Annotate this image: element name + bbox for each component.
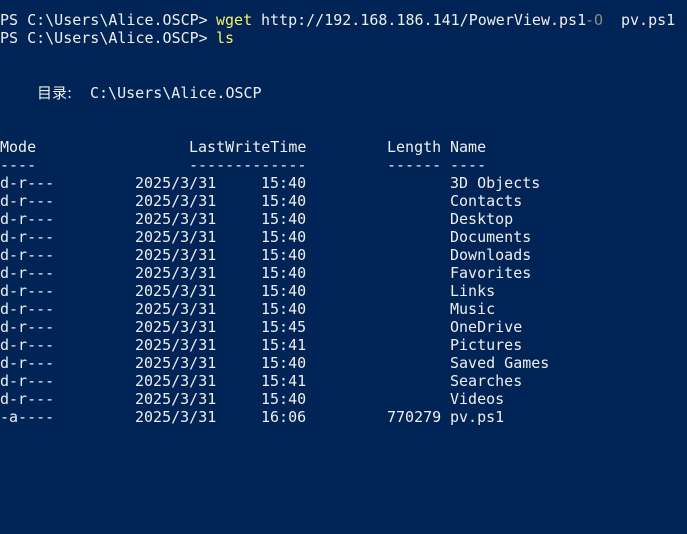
row-name: Desktop — [450, 210, 514, 228]
row-date: 2025/3/31 — [135, 408, 217, 426]
row-mode: d-r--- — [0, 246, 55, 264]
row-mode: d-r--- — [0, 372, 55, 390]
row-time: 15:40 — [261, 300, 307, 318]
header-mode: Mode — [0, 138, 37, 156]
table-header-underline: ---- ------------- ------ ---- — [0, 156, 486, 174]
powershell-terminal[interactable]: PS C:\Users\Alice.OSCP> wget http://192.… — [0, 0, 687, 440]
row-time: 15:40 — [261, 282, 307, 300]
row-date: 2025/3/31 — [135, 390, 217, 408]
table-row: d-r--- 2025/3/31 15:40 Videos — [0, 390, 504, 408]
row-date: 2025/3/31 — [135, 228, 217, 246]
row-mode: d-r--- — [0, 354, 55, 372]
row-time: 15:40 — [261, 192, 307, 210]
table-row: d-r--- 2025/3/31 15:40 Music — [0, 300, 495, 318]
row-date: 2025/3/31 — [135, 264, 217, 282]
prompt: PS C:\Users\Alice.OSCP> — [0, 11, 208, 29]
row-name: Downloads — [450, 246, 532, 264]
row-time: 15:40 — [261, 174, 307, 192]
table-row: d-r--- 2025/3/31 15:40 Desktop — [0, 210, 513, 228]
table-row: d-r--- 2025/3/31 15:41 Pictures — [0, 336, 522, 354]
command-name: ls — [216, 29, 235, 47]
table-header: Mode LastWriteTime Length Name — [0, 138, 486, 156]
row-mode: -a---- — [0, 408, 55, 426]
row-name: Saved Games — [450, 354, 550, 372]
row-date: 2025/3/31 — [135, 318, 217, 336]
row-time: 15:45 — [261, 318, 307, 336]
command-flag: -O — [585, 11, 604, 29]
row-name: 3D Objects — [450, 174, 541, 192]
row-time: 15:41 — [261, 336, 307, 354]
row-mode: d-r--- — [0, 390, 55, 408]
row-mode: d-r--- — [0, 318, 55, 336]
row-name: Favorites — [450, 264, 532, 282]
underline-length: ------ — [387, 156, 442, 174]
table-row: d-r--- 2025/3/31 15:45 OneDrive — [0, 318, 522, 336]
row-date: 2025/3/31 — [135, 372, 217, 390]
prompt: PS C:\Users\Alice.OSCP> — [0, 29, 208, 47]
underline-mode: ---- — [0, 156, 37, 174]
row-mode: d-r--- — [0, 174, 55, 192]
header-length: Length — [387, 138, 442, 156]
underline-lastwritetime: ------------- — [189, 156, 307, 174]
row-time: 15:40 — [261, 390, 307, 408]
row-name: pv.ps1 — [450, 408, 505, 426]
row-time: 15:40 — [261, 246, 307, 264]
row-date: 2025/3/31 — [135, 210, 217, 228]
row-name: Contacts — [450, 192, 523, 210]
row-time: 15:40 — [261, 264, 307, 282]
row-mode: d-r--- — [0, 336, 55, 354]
row-date: 2025/3/31 — [135, 354, 217, 372]
directory-label: 目录: — [37, 84, 73, 102]
row-length: 770279 — [387, 408, 442, 426]
row-name: Links — [450, 282, 496, 300]
row-time: 16:06 — [261, 408, 307, 426]
table-row: d-r--- 2025/3/31 15:40 Downloads — [0, 246, 531, 264]
row-date: 2025/3/31 — [135, 192, 217, 210]
row-mode: d-r--- — [0, 210, 55, 228]
row-mode: d-r--- — [0, 282, 55, 300]
underline-name: ---- — [450, 156, 487, 174]
row-date: 2025/3/31 — [135, 282, 217, 300]
row-mode: d-r--- — [0, 192, 55, 210]
row-mode: d-r--- — [0, 264, 55, 282]
command-line-wget: PS C:\Users\Alice.OSCP> wget http://192.… — [0, 11, 675, 29]
table-row: d-r--- 2025/3/31 15:40 Documents — [0, 228, 531, 246]
table-row: d-r--- 2025/3/31 15:41 Searches — [0, 372, 522, 390]
row-name: Pictures — [450, 336, 523, 354]
row-mode: d-r--- — [0, 300, 55, 318]
row-time: 15:41 — [261, 372, 307, 390]
row-time: 15:40 — [261, 228, 307, 246]
row-name: OneDrive — [450, 318, 523, 336]
header-name: Name — [450, 138, 487, 156]
row-name: Searches — [450, 372, 523, 390]
row-date: 2025/3/31 — [135, 300, 217, 318]
row-mode: d-r--- — [0, 228, 55, 246]
row-name: Music — [450, 300, 496, 318]
command-line-ls: PS C:\Users\Alice.OSCP> ls — [0, 29, 234, 47]
row-name: Videos — [450, 390, 505, 408]
directory-path: C:\Users\Alice.OSCP — [90, 84, 262, 102]
row-date: 2025/3/31 — [135, 246, 217, 264]
row-date: 2025/3/31 — [135, 336, 217, 354]
command-url: http://192.168.186.141/PowerView.ps1 — [261, 11, 587, 29]
table-row: d-r--- 2025/3/31 15:40 Contacts — [0, 192, 522, 210]
table-row: d-r--- 2025/3/31 15:40 Favorites — [0, 264, 531, 282]
row-time: 15:40 — [261, 354, 307, 372]
table-row: d-r--- 2025/3/31 15:40 Links — [0, 282, 495, 300]
row-date: 2025/3/31 — [135, 174, 217, 192]
table-row: d-r--- 2025/3/31 15:40 3D Objects — [0, 174, 540, 192]
row-name: Documents — [450, 228, 532, 246]
table-row: -a---- 2025/3/31 16:06 770279 pv.ps1 — [0, 408, 504, 426]
table-row: d-r--- 2025/3/31 15:40 Saved Games — [0, 354, 549, 372]
row-time: 15:40 — [261, 210, 307, 228]
directory-heading: 目录: C:\Users\Alice.OSCP — [0, 84, 262, 102]
command-argument: pv.ps1 — [621, 11, 676, 29]
header-lastwritetime: LastWriteTime — [189, 138, 307, 156]
command-name: wget — [216, 11, 253, 29]
